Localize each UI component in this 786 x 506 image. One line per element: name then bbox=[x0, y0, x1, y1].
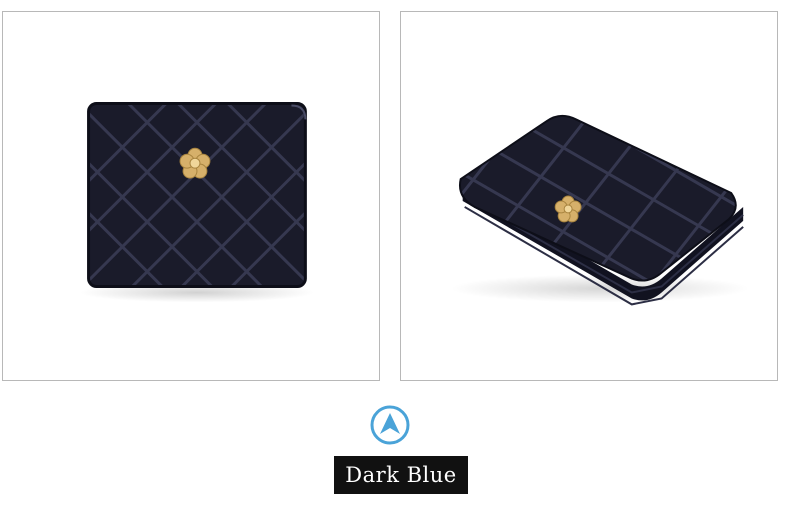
product-photo-angled bbox=[400, 11, 778, 381]
wallet-front-illustration bbox=[79, 102, 315, 303]
product-photo-front bbox=[2, 11, 380, 381]
color-variant-label: Dark Blue bbox=[334, 456, 468, 494]
up-arrow-icon bbox=[369, 404, 411, 446]
wallet-angled-illustration bbox=[450, 114, 750, 306]
